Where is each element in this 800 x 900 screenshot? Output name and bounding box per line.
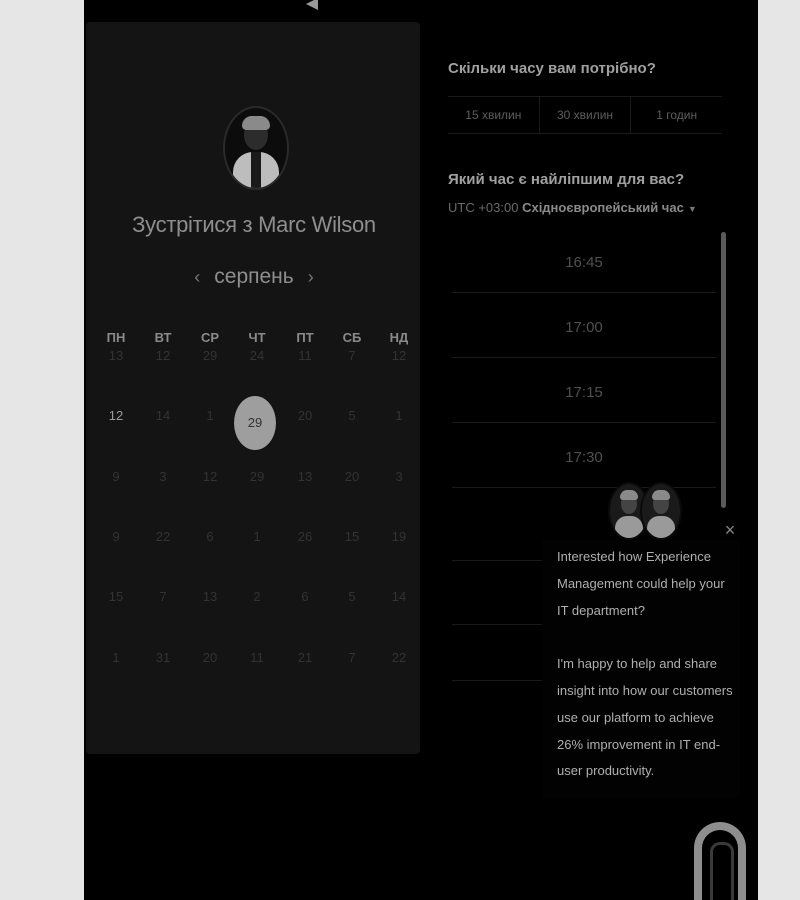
- calendar-day[interactable]: 12: [143, 348, 183, 363]
- calendar-day[interactable]: 1: [237, 529, 277, 544]
- calendar-panel: Зустрітися з Marc Wilson ‹ серпень › ПН ВТ…: [86, 22, 420, 754]
- time-slot[interactable]: 17:30: [452, 429, 716, 488]
- chat-agent-avatars: [608, 482, 682, 540]
- duration-options: 15 хвилин 30 хвилин 1 годин: [448, 96, 722, 134]
- calendar-day[interactable]: 7: [332, 650, 372, 665]
- calendar-day[interactable]: 29: [190, 348, 230, 363]
- calendar-day[interactable]: 12: [379, 348, 419, 363]
- timezone-name: Східноєвропейський час: [522, 200, 684, 215]
- booking-page: Зустрітися з Marc Wilson ‹ серпень › ПН ВТ…: [84, 0, 758, 900]
- time-question: Який час є найліпшим для вас?: [448, 171, 685, 188]
- chat-agent-avatar: [640, 482, 682, 540]
- calendar-day[interactable]: 14: [379, 589, 419, 604]
- calendar-day[interactable]: 22: [379, 650, 419, 665]
- chat-message-line-1: Interested how Experience Management cou…: [557, 549, 725, 618]
- close-icon[interactable]: ×: [722, 521, 738, 539]
- calendar-day[interactable]: 22: [143, 529, 183, 544]
- selected-day[interactable]: 29: [234, 396, 276, 450]
- weekday-wed: СР: [200, 330, 220, 345]
- slot-divider: [452, 624, 552, 625]
- calendar-day[interactable]: 20: [190, 650, 230, 665]
- slot-divider: [452, 560, 552, 561]
- calendar-day[interactable]: 15: [332, 529, 372, 544]
- time-slot[interactable]: 17:15: [452, 364, 716, 423]
- chat-message-line-2: I'm happy to help and share insight into…: [557, 656, 733, 779]
- calendar-day[interactable]: 12: [96, 408, 136, 423]
- timezone-selector[interactable]: UTC +03:00 Східноєвропейський час ▼: [448, 200, 697, 215]
- calendar-day[interactable]: 24: [237, 348, 277, 363]
- weekday-thu: ЧТ: [248, 330, 266, 345]
- calendar-day[interactable]: 5: [332, 589, 372, 604]
- weekday-tue: ВТ: [154, 330, 172, 345]
- calendar-day[interactable]: 1: [190, 408, 230, 423]
- duration-question: Скільки часу вам потрібно?: [448, 60, 656, 77]
- calendar-day[interactable]: 6: [190, 529, 230, 544]
- meeting-title: Зустрітися з Marc Wilson: [132, 212, 376, 237]
- dropdown-caret-icon: ▼: [687, 204, 697, 214]
- calendar-day[interactable]: 12: [190, 469, 230, 484]
- calendar-day[interactable]: 2: [237, 589, 277, 604]
- calendar-day[interactable]: 19: [379, 529, 419, 544]
- calendar-day[interactable]: 15: [96, 589, 136, 604]
- calendar-day[interactable]: 29: [237, 469, 277, 484]
- calendar-day[interactable]: 11: [285, 348, 325, 363]
- calendar-day[interactable]: 6: [285, 589, 325, 604]
- chat-message[interactable]: Interested how Experience Management cou…: [557, 544, 733, 785]
- calendar-day[interactable]: 7: [332, 348, 372, 363]
- calendar-day[interactable]: 13: [96, 348, 136, 363]
- calendar-day[interactable]: 20: [332, 469, 372, 484]
- calendar-day[interactable]: 13: [285, 469, 325, 484]
- month-label: серпень: [214, 265, 294, 288]
- calendar-day[interactable]: 31: [143, 650, 183, 665]
- chevron-left-icon[interactable]: ‹: [194, 267, 200, 288]
- calendar-day[interactable]: 1: [96, 650, 136, 665]
- calendar-day[interactable]: 20: [285, 408, 325, 423]
- weekday-fri: ПТ: [296, 330, 314, 345]
- calendar-day[interactable]: 3: [379, 469, 419, 484]
- calendar-day[interactable]: 26: [285, 529, 325, 544]
- calendar-day[interactable]: 1: [379, 408, 419, 423]
- time-slot[interactable]: 17:00: [452, 299, 716, 358]
- slots-scrollbar[interactable]: [721, 232, 726, 508]
- timezone-offset: UTC +03:00: [448, 200, 519, 215]
- duration-option-30[interactable]: 30 хвилин: [540, 97, 632, 133]
- duration-option-15[interactable]: 15 хвилин: [448, 97, 540, 133]
- calendar-day[interactable]: 7: [143, 589, 183, 604]
- calendar-day[interactable]: 21: [285, 650, 325, 665]
- calendar-day[interactable]: 13: [190, 589, 230, 604]
- slot-divider: [452, 680, 552, 681]
- calendar-day[interactable]: 3: [143, 469, 183, 484]
- weekday-mon: ПН: [106, 330, 126, 345]
- calendar-day[interactable]: 5: [332, 408, 372, 423]
- host-avatar: [223, 106, 289, 190]
- weekday-sat: СБ: [342, 330, 362, 345]
- calendar-day[interactable]: 11: [237, 650, 277, 665]
- duration-option-60[interactable]: 1 годин: [631, 97, 722, 133]
- calendar-day[interactable]: 14: [143, 408, 183, 423]
- calendar-day[interactable]: 9: [96, 469, 136, 484]
- chat-launcher-icon[interactable]: [694, 822, 746, 900]
- calendar-day[interactable]: 9: [96, 529, 136, 544]
- time-slot[interactable]: 16:45: [452, 234, 716, 293]
- chevron-right-icon[interactable]: ›: [308, 267, 314, 288]
- month-navigator: ‹ серпень ›: [86, 265, 422, 289]
- collapse-caret-icon[interactable]: [306, 0, 318, 10]
- weekday-sun: НД: [389, 330, 409, 345]
